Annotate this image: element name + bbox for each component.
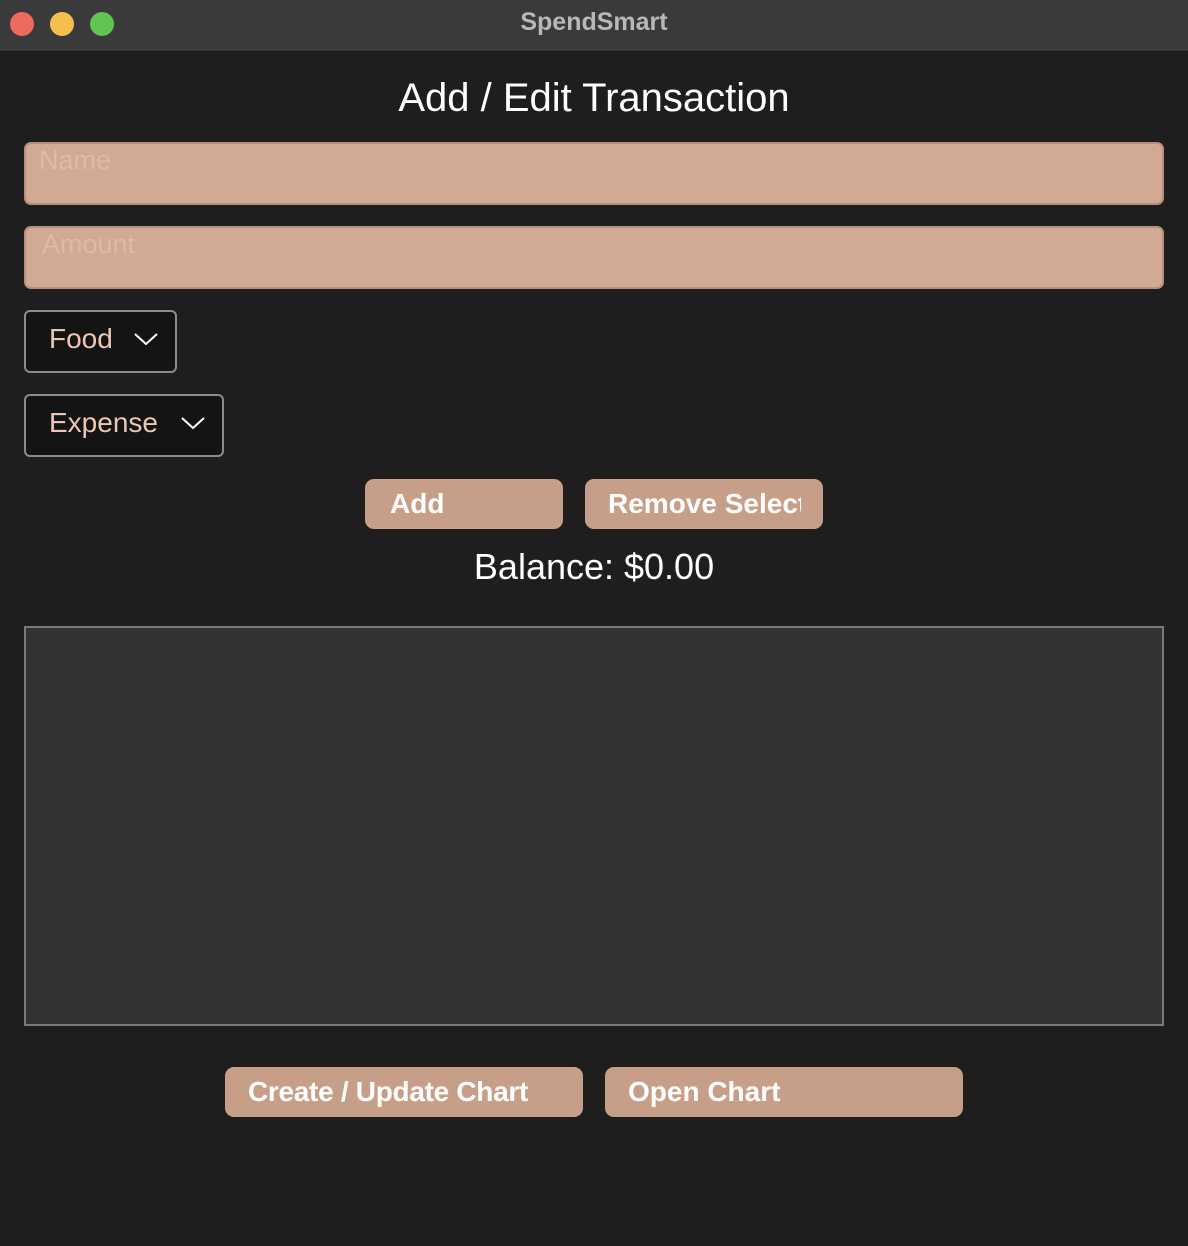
amount-input[interactable]	[24, 226, 1164, 289]
add-button[interactable]: Add	[365, 479, 563, 529]
form-heading: Add / Edit Transaction	[398, 76, 790, 120]
app-window: SpendSmart Add / Edit Transaction Food E…	[0, 0, 1188, 1246]
open-chart-button[interactable]: Open Chart	[605, 1067, 963, 1117]
window-title: SpendSmart	[520, 8, 668, 36]
chevron-down-icon	[181, 417, 205, 430]
type-selected-value: Expense	[49, 407, 158, 438]
balance-display: Balance: $0.00	[473, 546, 715, 587]
transaction-list[interactable]	[24, 626, 1164, 1026]
remove-selected-button[interactable]: Remove Selected	[585, 479, 823, 529]
title-bar[interactable]: SpendSmart	[0, 0, 1188, 52]
transaction-type-dropdown[interactable]: Expense	[24, 394, 224, 457]
create-update-chart-button[interactable]: Create / Update Chart	[225, 1067, 583, 1117]
remove-selected-label: Remove Selected	[608, 488, 801, 519]
chevron-down-icon	[134, 333, 158, 346]
name-input[interactable]	[24, 142, 1164, 205]
category-selected-value: Food	[49, 323, 113, 354]
category-dropdown[interactable]: Food	[24, 310, 177, 373]
